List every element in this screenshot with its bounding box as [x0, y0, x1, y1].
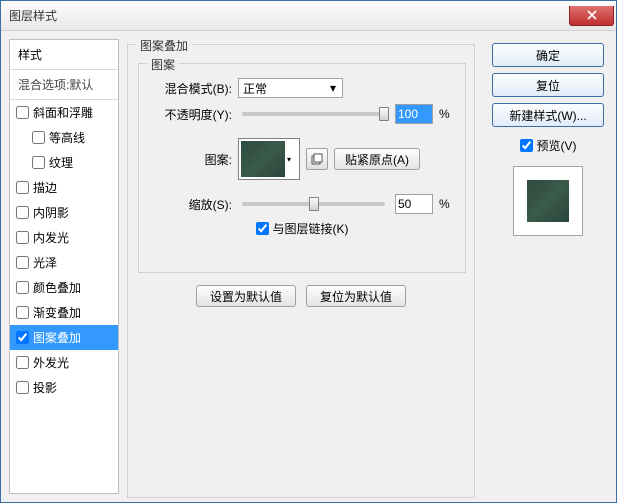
- main-panel: 图案叠加 图案 混合模式(B): 正常 ▾ 不透明度(Y):: [127, 39, 480, 494]
- opacity-label: 不透明度(Y):: [147, 106, 232, 123]
- style-item-label: 图案叠加: [33, 329, 81, 346]
- percent-label: %: [439, 197, 457, 211]
- style-item-label: 内发光: [33, 229, 69, 246]
- style-checkbox[interactable]: [16, 356, 29, 369]
- scale-label: 缩放(S):: [147, 196, 232, 213]
- style-checkbox[interactable]: [16, 381, 29, 394]
- blending-options-item[interactable]: 混合选项:默认: [10, 70, 118, 100]
- chevron-down-icon: ▾: [326, 81, 340, 95]
- snap-origin-button[interactable]: 贴紧原点(A): [334, 148, 420, 170]
- set-default-button[interactable]: 设置为默认值: [196, 285, 296, 307]
- style-checkbox[interactable]: [32, 131, 45, 144]
- style-item-4[interactable]: 内阴影: [10, 200, 118, 225]
- style-item-3[interactable]: 描边: [10, 175, 118, 200]
- pattern-picker[interactable]: ▾: [238, 138, 300, 180]
- chevron-down-icon: ▾: [287, 155, 297, 164]
- style-checkbox[interactable]: [16, 306, 29, 319]
- group-title: 图案叠加: [136, 37, 192, 54]
- style-checkbox[interactable]: [32, 156, 45, 169]
- content-area: 样式 混合选项:默认 斜面和浮雕等高线纹理描边内阴影内发光光泽颜色叠加渐变叠加图…: [1, 31, 616, 502]
- titlebar: 图层样式: [1, 1, 616, 31]
- style-item-label: 斜面和浮雕: [33, 104, 93, 121]
- style-checkbox[interactable]: [16, 231, 29, 244]
- style-list-panel: 样式 混合选项:默认 斜面和浮雕等高线纹理描边内阴影内发光光泽颜色叠加渐变叠加图…: [9, 39, 119, 494]
- window-title: 图层样式: [9, 7, 57, 24]
- new-preset-icon: [311, 153, 323, 165]
- close-icon: [587, 10, 597, 20]
- style-checkbox[interactable]: [16, 206, 29, 219]
- style-item-6[interactable]: 光泽: [10, 250, 118, 275]
- percent-label: %: [439, 107, 457, 121]
- style-item-label: 等高线: [49, 129, 85, 146]
- slider-thumb[interactable]: [379, 107, 389, 121]
- pattern-swatch: [241, 141, 285, 177]
- scale-slider[interactable]: [242, 202, 385, 206]
- style-checkbox[interactable]: [16, 331, 29, 344]
- layer-style-dialog: 图层样式 样式 混合选项:默认 斜面和浮雕等高线纹理描边内阴影内发光光泽颜色叠加…: [0, 0, 617, 503]
- blend-mode-value: 正常: [243, 80, 267, 97]
- style-item-label: 外发光: [33, 354, 69, 371]
- style-checkbox[interactable]: [16, 256, 29, 269]
- blend-mode-combo[interactable]: 正常 ▾: [238, 78, 343, 98]
- reset-default-button[interactable]: 复位为默认值: [306, 285, 406, 307]
- style-checkbox[interactable]: [16, 181, 29, 194]
- new-preset-button[interactable]: [306, 148, 328, 170]
- style-checkbox[interactable]: [16, 281, 29, 294]
- preview-label: 预览(V): [537, 137, 577, 154]
- style-item-label: 渐变叠加: [33, 304, 81, 321]
- slider-thumb[interactable]: [309, 197, 319, 211]
- ok-button[interactable]: 确定: [492, 43, 604, 67]
- style-item-1[interactable]: 等高线: [10, 125, 118, 150]
- style-item-7[interactable]: 颜色叠加: [10, 275, 118, 300]
- right-panel: 确定 复位 新建样式(W)... 预览(V): [488, 39, 608, 494]
- preview-checkbox[interactable]: [520, 139, 533, 152]
- style-item-2[interactable]: 纹理: [10, 150, 118, 175]
- style-item-label: 纹理: [49, 154, 73, 171]
- style-item-label: 描边: [33, 179, 57, 196]
- link-with-layer-label: 与图层链接(K): [273, 220, 349, 237]
- pattern-group: 图案 混合模式(B): 正常 ▾ 不透明度(Y):: [138, 63, 466, 273]
- opacity-slider[interactable]: [242, 112, 385, 116]
- scale-input[interactable]: [395, 194, 433, 214]
- pattern-overlay-group: 图案叠加 图案 混合模式(B): 正常 ▾ 不透明度(Y):: [127, 44, 475, 498]
- style-item-label: 颜色叠加: [33, 279, 81, 296]
- style-item-10[interactable]: 外发光: [10, 350, 118, 375]
- style-item-11[interactable]: 投影: [10, 375, 118, 400]
- style-item-8[interactable]: 渐变叠加: [10, 300, 118, 325]
- link-with-layer-checkbox[interactable]: [256, 222, 269, 235]
- style-list-header: 样式: [10, 40, 118, 70]
- style-item-label: 内阴影: [33, 204, 69, 221]
- style-checkbox[interactable]: [16, 106, 29, 119]
- close-button[interactable]: [569, 6, 614, 26]
- new-style-button[interactable]: 新建样式(W)...: [492, 103, 604, 127]
- pattern-group-title: 图案: [147, 56, 179, 73]
- style-item-5[interactable]: 内发光: [10, 225, 118, 250]
- style-item-label: 投影: [33, 379, 57, 396]
- blend-mode-label: 混合模式(B):: [147, 80, 232, 97]
- style-item-label: 光泽: [33, 254, 57, 271]
- style-item-0[interactable]: 斜面和浮雕: [10, 100, 118, 125]
- pattern-label: 图案:: [147, 151, 232, 168]
- style-item-9[interactable]: 图案叠加: [10, 325, 118, 350]
- preview-box: [513, 166, 583, 236]
- cancel-button[interactable]: 复位: [492, 73, 604, 97]
- preview-image: [527, 180, 569, 222]
- opacity-input[interactable]: [395, 104, 433, 124]
